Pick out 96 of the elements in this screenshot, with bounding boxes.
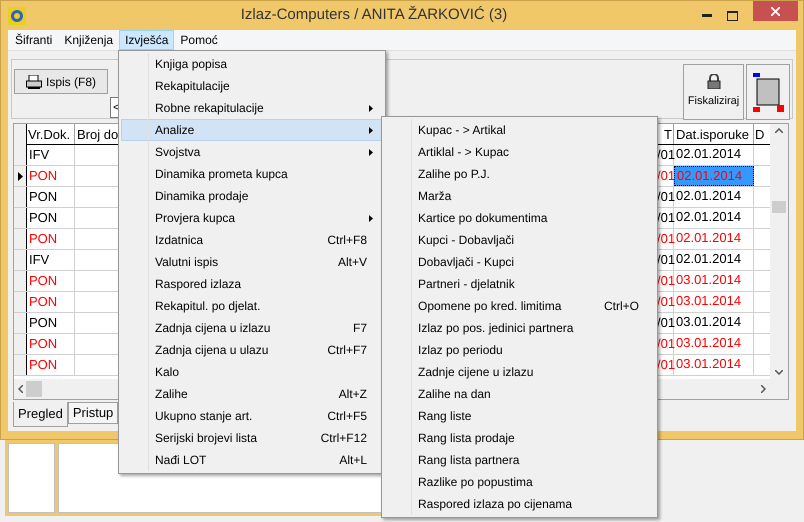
menu-item[interactable]: Zadnja cijena u ulazu Ctrl+F7 <box>121 339 384 361</box>
table-cell: PON <box>27 208 75 228</box>
row-header[interactable] <box>14 166 27 186</box>
menu-item[interactable]: Izlaz po periodu <box>384 339 656 361</box>
menu-item[interactable]: Analize <box>121 119 384 141</box>
padlock-icon <box>706 74 720 90</box>
close-icon <box>771 6 780 16</box>
menu-item[interactable]: Kupci - Dobavljači <box>384 229 656 251</box>
table-cell: PON <box>27 292 75 312</box>
menu-item[interactable]: Artiklal - > Kupac <box>384 141 656 163</box>
window-title: Izlaz-Computers / ANITA ŽARKOVIĆ (3) <box>240 4 508 26</box>
row-header[interactable] <box>14 208 27 228</box>
menu-item[interactable]: Partneri - djelatnik <box>384 273 656 295</box>
row-header[interactable] <box>14 334 27 354</box>
column-header[interactable]: Vr.Dok. <box>27 124 75 144</box>
menu-item[interactable]: Dobavljači - Kupci <box>384 251 656 273</box>
table-cell: 02.01.2014 <box>674 208 754 228</box>
table-cell: IFV <box>27 250 75 270</box>
scroll-right-icon[interactable] <box>761 385 766 393</box>
menu-item[interactable]: Izdatnica Ctrl+F8 <box>121 229 384 251</box>
row-header[interactable] <box>14 313 27 333</box>
scroll-down-icon[interactable] <box>775 370 783 375</box>
table-cell: 03.01.2014 <box>674 313 754 333</box>
menu-item[interactable]: Opomene po kred. limitima Ctrl+O <box>384 295 656 317</box>
menu-bar-item[interactable]: Izvješća <box>119 30 174 50</box>
menu-item[interactable]: Raspored izlaza <box>121 273 384 295</box>
table-cell: PON <box>27 187 75 207</box>
table-cell: PON <box>27 229 75 249</box>
menu-item[interactable]: Svojstva <box>121 141 384 163</box>
vertical-scrollbar[interactable] <box>770 124 788 379</box>
menu-bar-item[interactable]: Šifranti <box>9 30 58 50</box>
menu-item[interactable]: Ukupno stanje art. Ctrl+F5 <box>121 405 384 427</box>
print-button[interactable]: Ispis (F8) <box>14 69 108 94</box>
menu-item[interactable]: Nađi LOT Alt+L <box>121 449 384 471</box>
table-cell: 02.01.2014 <box>674 187 754 207</box>
scroll-thumb[interactable] <box>26 381 42 397</box>
tab[interactable]: Pregled <box>13 402 68 427</box>
menu-item[interactable]: Zadnje cijene u izlazu <box>384 361 656 383</box>
menu-item[interactable]: Dinamika prometa kupca <box>121 163 384 185</box>
row-header[interactable] <box>14 355 27 375</box>
table-cell: 03.01.2014 <box>674 292 754 312</box>
menu-item[interactable]: Rekapitul. po djelat. <box>121 295 384 317</box>
row-header[interactable] <box>14 187 27 207</box>
maximize-icon[interactable] <box>727 10 738 20</box>
row-header[interactable] <box>14 145 27 165</box>
table-cell: PON <box>27 355 75 375</box>
table-cell: 03.01.2014 <box>674 271 754 291</box>
menu-item[interactable]: Serijski brojevi lista Ctrl+F12 <box>121 427 384 449</box>
tab[interactable]: Pristup <box>68 402 118 424</box>
menu-item[interactable]: Raspored izlaza po cijenama <box>384 493 656 515</box>
column-header[interactable]: D <box>754 124 770 144</box>
menu-item[interactable]: Valutni ispis Alt+V <box>121 251 384 273</box>
menu-item[interactable]: Marža <box>384 185 656 207</box>
menu-item[interactable]: Knjiga popisa <box>121 53 384 75</box>
menu-item[interactable]: Zalihe Alt+Z <box>121 383 384 405</box>
table-cell: 03.01.2014 <box>674 355 754 375</box>
table-cell: 02.01.2014 <box>674 166 754 186</box>
menu-item[interactable]: Kalo <box>121 361 384 383</box>
menu-item[interactable]: Zalihe po P.J. <box>384 163 656 185</box>
menu-item[interactable]: Izlaz po pos. jedinici partnera <box>384 317 656 339</box>
table-cell: 03.01.2014 <box>674 334 754 354</box>
menu-item[interactable]: Rekapitulacije <box>121 75 384 97</box>
menu-bar-item[interactable]: Pomoć <box>174 30 224 50</box>
menu-item[interactable]: Dinamika prodaje <box>121 185 384 207</box>
menu-item[interactable]: Kupac - > Artikal <box>384 119 656 141</box>
menu-item[interactable]: Provjera kupca <box>121 207 384 229</box>
table-cell: 02.01.2014 <box>674 145 754 165</box>
printer-icon <box>26 74 42 88</box>
row-header[interactable] <box>14 229 27 249</box>
column-header[interactable]: Dat.isporuke <box>674 124 754 144</box>
menu-item[interactable]: Zadnja cijena u izlazu F7 <box>121 317 384 339</box>
row-header[interactable] <box>14 250 27 270</box>
table-cell: 02.01.2014 <box>674 250 754 270</box>
menu-bar-item[interactable]: Knjiženja <box>58 30 120 50</box>
fiscalize-button[interactable]: Fiskaliziraj <box>683 64 744 120</box>
table-cell: IFV <box>27 145 75 165</box>
close-button[interactable] <box>753 1 798 21</box>
table-cell: PON <box>27 271 75 291</box>
table-cell: PON <box>27 334 75 354</box>
menu-item[interactable]: Zalihe na dan <box>384 383 656 405</box>
table-cell: PON <box>27 166 75 186</box>
menu-item[interactable]: Robne rekapitulacije <box>121 97 384 119</box>
scroll-thumb[interactable] <box>772 200 786 212</box>
row-header[interactable] <box>14 271 27 291</box>
scroll-up-icon[interactable] <box>775 128 783 133</box>
table-cell: PON <box>27 313 75 333</box>
menu-item[interactable]: Kartice po dokumentima <box>384 207 656 229</box>
menu-item[interactable]: Razlike po popustima <box>384 471 656 493</box>
menu-item[interactable]: Rang lista partnera <box>384 449 656 471</box>
row-header[interactable] <box>14 292 27 312</box>
menu-item[interactable]: Rang lista prodaje <box>384 427 656 449</box>
scroll-left-icon[interactable] <box>18 385 23 393</box>
app-logo-icon <box>8 6 26 24</box>
menu-item[interactable]: Rang liste <box>384 405 656 427</box>
table-cell: 02.01.2014 <box>674 229 754 249</box>
tool-button[interactable] <box>746 64 790 120</box>
